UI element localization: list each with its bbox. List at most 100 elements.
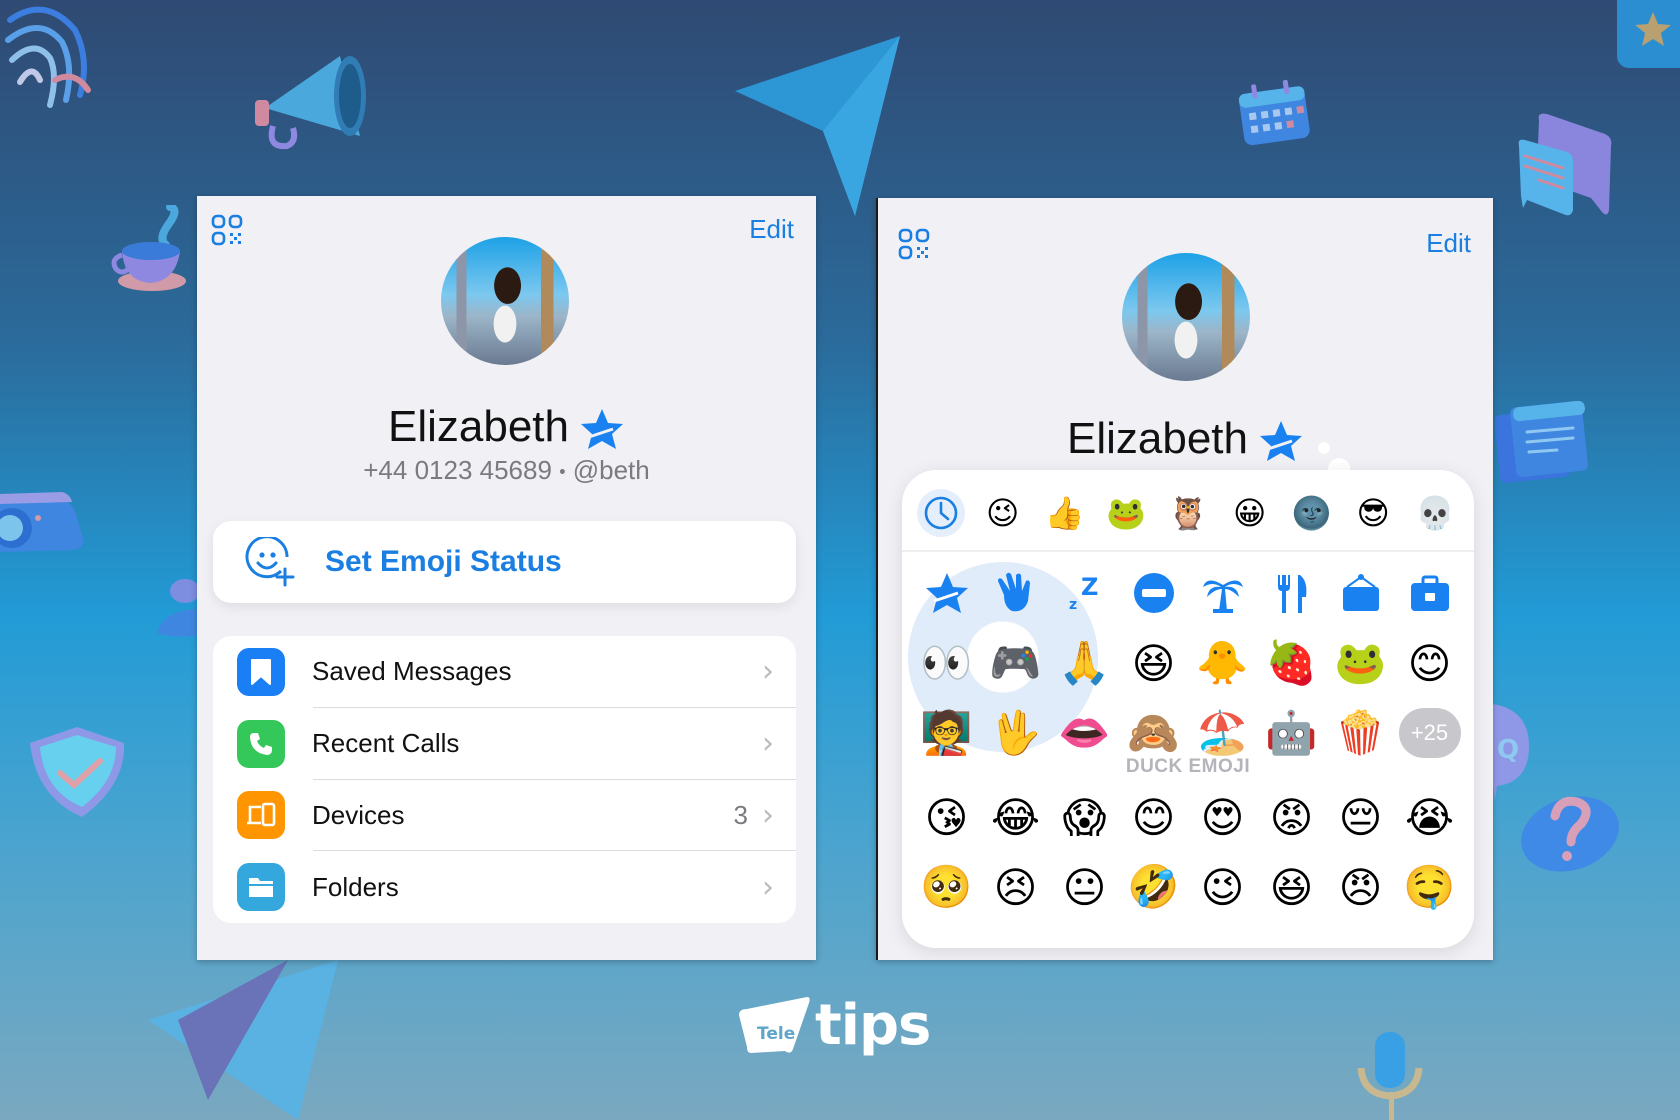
emoji-status-eating[interactable] — [1257, 558, 1326, 628]
tab-thumbs-up-pack[interactable]: 👍 — [1040, 489, 1088, 537]
devices-icon — [237, 791, 285, 840]
username[interactable]: @beth — [573, 455, 650, 485]
logo-mark-text: Tele — [757, 1024, 795, 1044]
chat-bubbles-icon — [1518, 113, 1612, 216]
emoji-status-work[interactable] — [1395, 558, 1464, 628]
emoji-status-item[interactable]: 😆 — [1119, 628, 1188, 698]
paper-plane-bottom-icon — [148, 960, 338, 1120]
phone-icon — [237, 719, 285, 768]
chevron-right-icon: › — [762, 654, 774, 690]
duck-emoji-item[interactable]: 😭 — [1395, 782, 1464, 852]
tele-logo-mark: Tele — [739, 997, 810, 1053]
duck-emoji-item[interactable]: 🤣 — [1119, 852, 1188, 922]
menu-item-folders[interactable]: Folders › — [213, 851, 796, 923]
emoji-status-sleep[interactable]: zZ — [1050, 558, 1119, 628]
duck-emoji-item[interactable]: 😊 — [1119, 782, 1188, 852]
palm-tree-icon — [1202, 580, 1243, 613]
tab-moon-pack[interactable]: 🌚 — [1287, 489, 1335, 537]
separator-dot: • — [559, 461, 566, 482]
tab-frog-pack[interactable]: 🐸 — [1102, 489, 1150, 537]
profile-contact: +44 0123 45689 • @beth — [197, 455, 816, 486]
profile-name-line: Elizabeth — [197, 402, 816, 452]
duck-emoji-item[interactable]: 🤤 — [1395, 852, 1464, 922]
duck-emoji-item[interactable]: 😡 — [1257, 782, 1326, 852]
microphone-icon — [1357, 1032, 1423, 1120]
menu-item-recent-calls[interactable]: Recent Calls › — [213, 708, 796, 780]
emoji-status-vacation[interactable] — [1188, 558, 1257, 628]
smiley-plus-icon — [245, 537, 295, 587]
duck-emoji-item[interactable]: 😍 — [1188, 782, 1257, 852]
paper-plane-icon — [735, 36, 900, 216]
camera-icon — [0, 492, 84, 552]
svg-text:z: z — [1069, 597, 1077, 613]
teacup-icon — [111, 205, 186, 291]
megaphone-icon — [255, 56, 366, 150]
emoji-status-item[interactable]: 👀 — [912, 628, 981, 698]
emoji-status-star[interactable] — [912, 558, 981, 628]
emoji-status-item-selected[interactable]: 🎮 — [981, 628, 1050, 698]
qr-code-icon[interactable] — [211, 214, 243, 246]
duck-emoji-item[interactable]: 🥺 — [912, 852, 981, 922]
tab-skull-pack[interactable]: 💀 — [1411, 489, 1459, 537]
duck-emoji-item[interactable]: 😔 — [1326, 782, 1395, 852]
duck-emoji-item[interactable]: 😂 — [981, 782, 1050, 852]
tab-duck-pack[interactable]: 😉 — [979, 489, 1027, 537]
hanging-sign-icon — [1342, 574, 1379, 611]
profile-panel: Edit Elizabeth +44 0123 45689 • @beth Se… — [197, 196, 816, 960]
calendar-icon — [1238, 79, 1310, 146]
tab-recent[interactable] — [916, 489, 965, 537]
phone-number: +44 0123 45689 — [363, 455, 552, 485]
show-more-button[interactable]: +25 — [1398, 708, 1461, 758]
emoji-status-item[interactable]: 😊 — [1395, 628, 1464, 698]
bookmark-icon — [237, 647, 285, 696]
menu-item-label: Folders — [312, 871, 399, 902]
recent-emoji-grid: zZ 👀 🎮 🙏 😆 🐥 🍓 🐸 😊 — [912, 558, 1464, 768]
emoji-status-sign[interactable] — [1326, 558, 1395, 628]
duck-emoji-item[interactable]: 😉 — [1188, 852, 1257, 922]
fingerprint-icon — [5, 6, 91, 108]
question-bubble-icon — [1521, 796, 1619, 872]
duck-emoji-item[interactable]: 😆 — [1257, 852, 1326, 922]
emoji-status-picker: 😉 👍 🐸 🦉 😀 🌚 😎 💀 zZ — [902, 470, 1474, 948]
qr-code-icon[interactable] — [898, 228, 930, 260]
emoji-status-do-not-disturb[interactable] — [1119, 558, 1188, 628]
tab-smiley-pack[interactable]: 😀 — [1226, 489, 1274, 537]
emoji-status-item[interactable]: 🍓 — [1257, 628, 1326, 698]
premium-star-icon[interactable] — [579, 407, 625, 451]
folder-icon — [237, 863, 285, 912]
divider — [902, 550, 1474, 552]
avatar[interactable] — [441, 237, 569, 365]
edit-button[interactable]: Edit — [1426, 228, 1471, 259]
duck-emoji-item[interactable]: 😣 — [981, 852, 1050, 922]
premium-star-icon[interactable] — [1258, 419, 1304, 463]
duck-emoji-item[interactable]: 😠 — [1326, 852, 1395, 922]
tab-cool-pack[interactable]: 😎 — [1349, 489, 1397, 537]
profile-name-line: Elizabeth — [878, 414, 1493, 464]
duck-emoji-item[interactable]: 😐 — [1050, 852, 1119, 922]
duck-emoji-item[interactable]: 😘 — [912, 782, 981, 852]
picker-tail-dot — [1318, 442, 1330, 454]
tab-owl-pack[interactable]: 🦉 — [1164, 489, 1212, 537]
emoji-status-item[interactable]: 🙏 — [1050, 628, 1119, 698]
chevron-right-icon: › — [762, 797, 774, 833]
star-status-icon — [925, 573, 968, 613]
zzz-icon: zZ — [1069, 573, 1098, 613]
fork-knife-icon — [1277, 575, 1306, 613]
duck-emoji-item[interactable]: 😱 — [1050, 782, 1119, 852]
emoji-status-item[interactable]: 🐥 — [1188, 628, 1257, 698]
svg-text:Z: Z — [1081, 573, 1098, 601]
emoji-status-wave[interactable] — [981, 558, 1050, 628]
edit-button[interactable]: Edit — [749, 214, 794, 245]
set-emoji-status-button[interactable]: Set Emoji Status — [213, 521, 796, 603]
menu-item-devices[interactable]: Devices 3 › — [213, 780, 796, 852]
no-entry-icon — [1133, 573, 1174, 613]
profile-name: Elizabeth — [387, 402, 569, 451]
emoji-pack-tabs: 😉 👍 🐸 🦉 😀 🌚 😎 💀 — [910, 488, 1466, 538]
svg-text:Q: Q — [1497, 735, 1519, 765]
avatar[interactable] — [1122, 253, 1250, 381]
menu-item-saved-messages[interactable]: Saved Messages › — [213, 636, 796, 708]
waving-hand-icon — [997, 572, 1030, 612]
duck-emoji-grid: 😘 😂 😱 😊 😍 😡 😔 😭 🥺 😣 😐 🤣 😉 😆 😠 🤤 — [912, 782, 1464, 922]
emoji-status-item[interactable]: 🐸 — [1326, 628, 1395, 698]
set-emoji-status-label: Set Emoji Status — [325, 545, 562, 578]
